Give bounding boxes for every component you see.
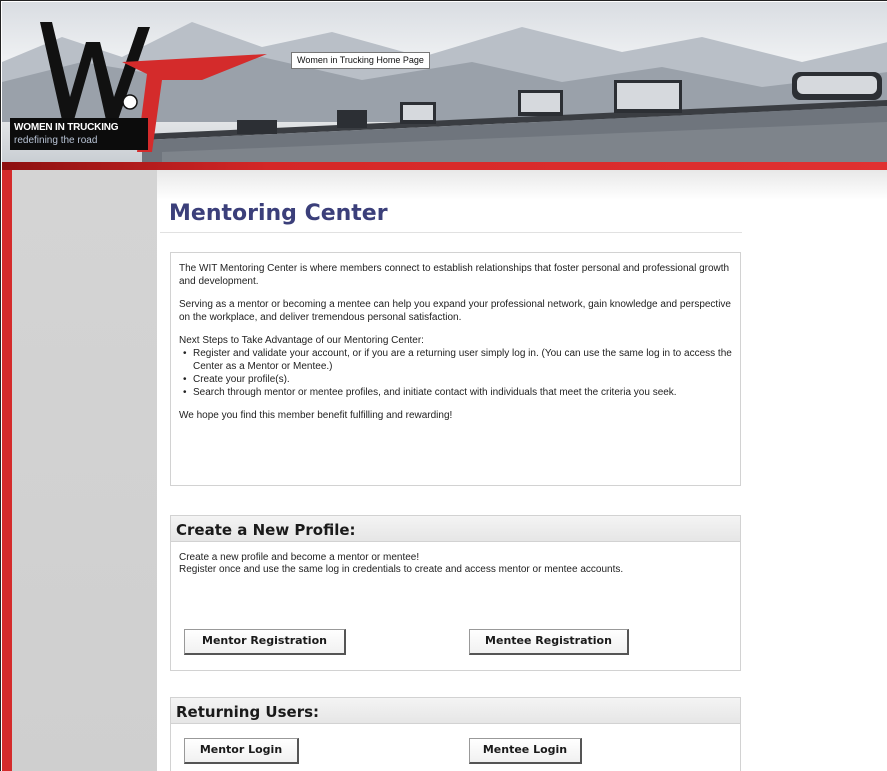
intro-paragraph: Serving as a mentor or becoming a mentee… xyxy=(179,299,731,323)
intro-panel: The WIT Mentoring Center is where member… xyxy=(170,252,741,486)
returning-users-panel: Returning Users: Mentor Login Mentee Log… xyxy=(170,697,741,771)
mentee-login-button[interactable]: Mentee Login xyxy=(469,738,582,764)
mentor-registration-button[interactable]: Mentor Registration xyxy=(184,629,346,655)
create-profile-line: Register once and use the same log in cr… xyxy=(179,564,624,575)
section-heading: Returning Users: xyxy=(171,698,740,724)
list-item: Create your profile(s). xyxy=(183,373,732,386)
list-item: Search through mentor or mentee profiles… xyxy=(183,386,732,399)
create-profile-panel: Create a New Profile: Create a new profi… xyxy=(170,515,741,671)
header-red-stripe xyxy=(2,162,887,170)
org-tagline: redefining the road xyxy=(14,135,98,146)
create-profile-text: Create a new profile and become a mentor… xyxy=(171,542,740,586)
page-frame: Women in Trucking Home Page WOMEN IN TRU… xyxy=(0,0,887,771)
intro-paragraph: The WIT Mentoring Center is where member… xyxy=(179,263,730,287)
header-banner: Women in Trucking Home Page WOMEN IN TRU… xyxy=(2,2,887,162)
left-sidebar xyxy=(2,170,157,771)
steps-list: Register and validate your account, or i… xyxy=(183,347,732,399)
left-red-bar xyxy=(2,170,12,771)
mentee-registration-button[interactable]: Mentee Registration xyxy=(469,629,629,655)
home-page-link[interactable]: Women in Trucking Home Page xyxy=(291,52,430,69)
steps-heading: Next Steps to Take Advantage of our Ment… xyxy=(179,335,424,346)
section-heading: Create a New Profile: xyxy=(171,516,740,542)
mentor-login-button[interactable]: Mentor Login xyxy=(184,738,299,764)
main-content: Mentoring Center The WIT Mentoring Cente… xyxy=(160,196,742,771)
page-title: Mentoring Center xyxy=(160,196,742,233)
org-name: WOMEN IN TRUCKING xyxy=(14,122,119,133)
closing-text: We hope you find this member benefit ful… xyxy=(179,410,453,421)
list-item: Register and validate your account, or i… xyxy=(183,347,732,373)
create-profile-line: Create a new profile and become a mentor… xyxy=(179,552,420,563)
